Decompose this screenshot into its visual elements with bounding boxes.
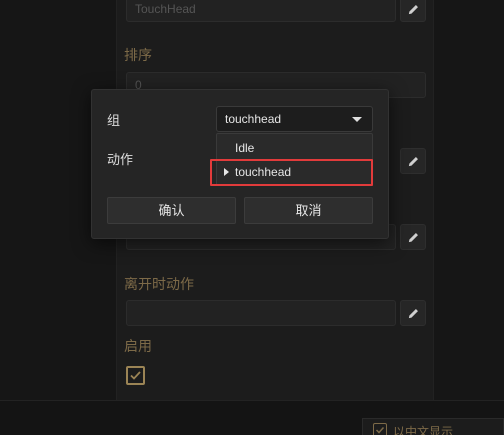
enable-checkbox[interactable] (126, 366, 145, 385)
group-select-value: touchhead (225, 112, 282, 126)
dropdown-option-idle[interactable]: Idle (217, 136, 372, 160)
pencil-icon (408, 308, 418, 318)
confirm-button[interactable]: 确认 (107, 197, 236, 224)
select-motion-dialog: 组 touchhead 动作 Idle touchhead 确认 取消 (91, 89, 389, 239)
edit-enter-action-button[interactable] (400, 224, 426, 250)
chinese-display-toggle[interactable]: 以中文显示 (362, 418, 504, 435)
pencil-icon (408, 156, 418, 166)
leave-action-label: 离开时动作 (124, 276, 194, 292)
pencil-icon (408, 232, 418, 242)
checkmark-icon (375, 426, 385, 434)
leave-action-field[interactable] (126, 300, 396, 326)
pencil-icon (408, 4, 418, 14)
edit-action-button[interactable] (400, 148, 426, 174)
edit-name-button[interactable] (400, 0, 426, 22)
option-label: Idle (235, 141, 255, 155)
cancel-button[interactable]: 取消 (244, 197, 373, 224)
action-label: 动作 (107, 152, 134, 167)
group-select[interactable]: touchhead (216, 106, 373, 132)
edit-leave-action-button[interactable] (400, 300, 426, 326)
name-field-value: TouchHead (135, 2, 196, 16)
selection-highlight (210, 159, 373, 186)
chinese-display-label: 以中文显示 (393, 425, 454, 435)
order-label: 排序 (124, 47, 152, 63)
name-field[interactable]: TouchHead (126, 0, 396, 22)
checkmark-icon (130, 371, 141, 380)
group-label: 组 (107, 113, 121, 128)
chevron-down-icon (352, 117, 362, 122)
chinese-display-checkbox[interactable] (373, 423, 387, 435)
enable-label: 启用 (124, 338, 152, 354)
